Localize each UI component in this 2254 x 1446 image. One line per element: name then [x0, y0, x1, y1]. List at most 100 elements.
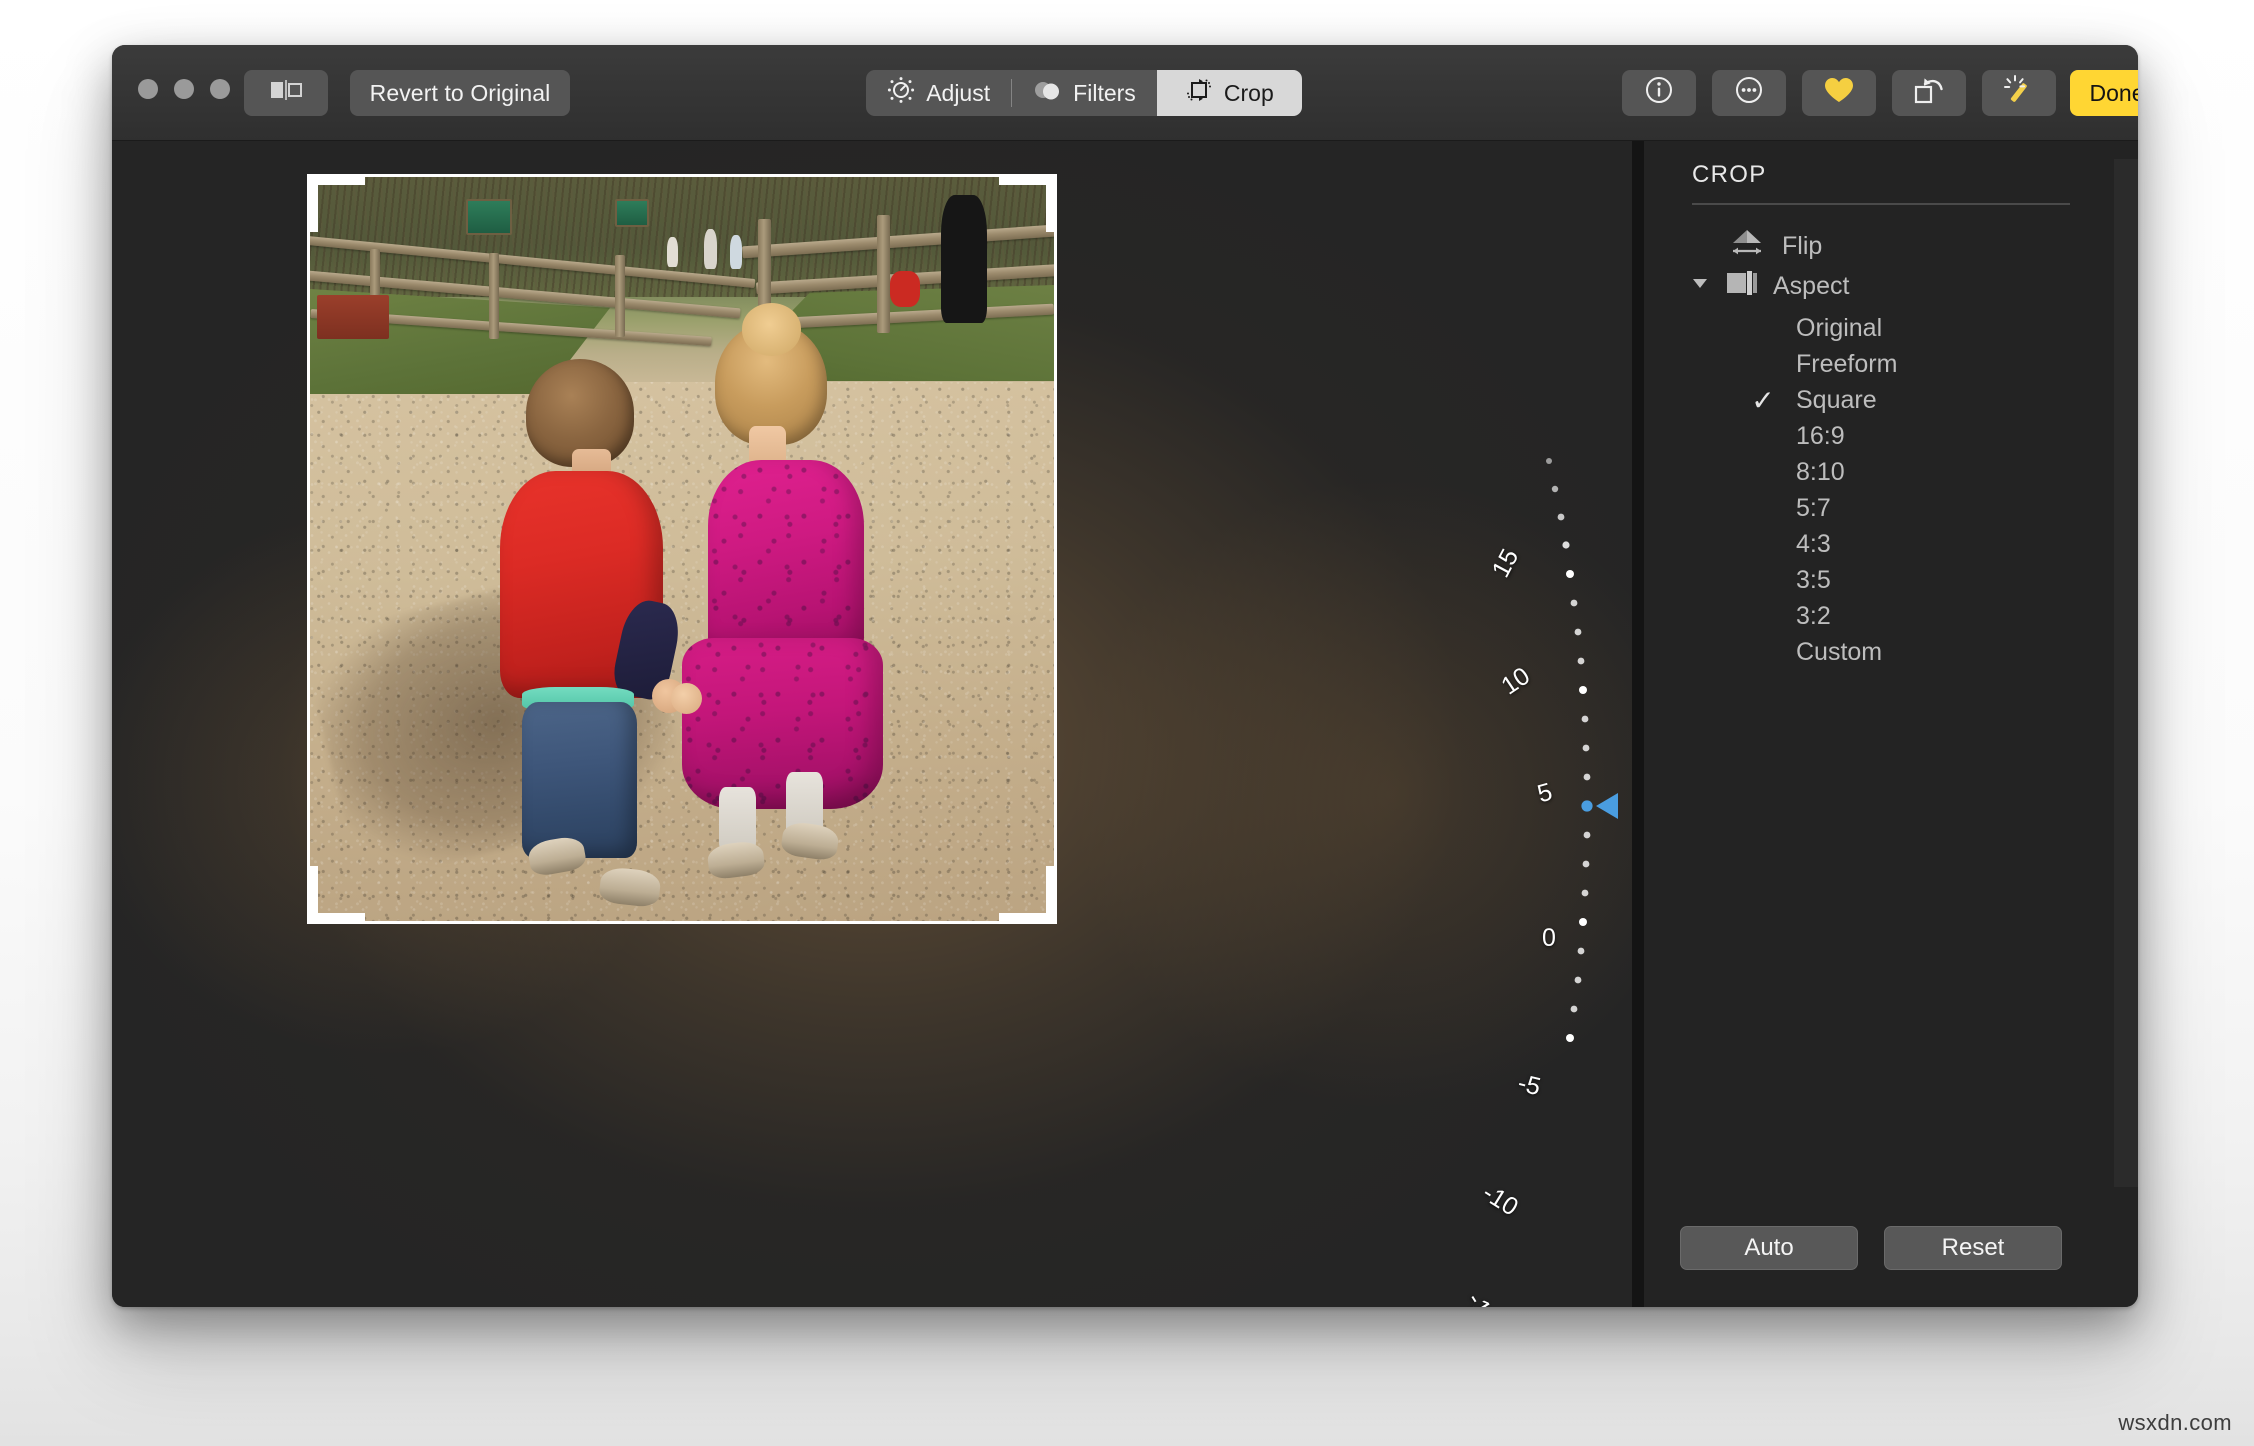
person-child-red	[890, 271, 920, 307]
tab-filters[interactable]: Filters	[1011, 70, 1156, 116]
aspect-option-label: Custom	[1796, 638, 1882, 667]
flip-horizontal-icon	[1728, 227, 1766, 266]
revert-to-original-button[interactable]: Revert to Original	[350, 70, 570, 116]
park-sign	[466, 199, 512, 235]
photo-image	[310, 177, 1054, 921]
done-label: Done	[2090, 80, 2139, 107]
adjust-dial-icon	[887, 76, 915, 110]
aspect-option-label: 3:5	[1796, 566, 1831, 595]
ellipsis-circle-icon	[1734, 75, 1764, 111]
dial-indicator	[1581, 793, 1618, 819]
bench	[317, 295, 389, 339]
aspect-option-freeform[interactable]: Freeform	[1796, 347, 1897, 381]
aspect-label: Aspect	[1773, 272, 1849, 301]
crop-handle-bottom-left[interactable]	[307, 866, 318, 924]
watermark: wsxdn.com	[2118, 1410, 2232, 1436]
person-distant	[667, 237, 678, 267]
aspect-ratio-icon	[1725, 269, 1759, 304]
auto-label: Auto	[1744, 1234, 1793, 1262]
aspect-option-label: Square	[1796, 386, 1877, 415]
info-button[interactable]	[1622, 70, 1696, 116]
photos-editor-window: Revert to Original	[112, 45, 2138, 1307]
auto-button[interactable]: Auto	[1680, 1226, 1858, 1270]
checkmark-icon: ✓	[1746, 384, 1780, 417]
rotate-button[interactable]	[1892, 70, 1966, 116]
reset-button[interactable]: Reset	[1884, 1226, 2062, 1270]
aspect-option-3-5[interactable]: 3:5	[1796, 563, 1831, 597]
close-button[interactable]	[138, 79, 158, 99]
dial-label-neg10: -10	[1477, 1179, 1523, 1223]
aspect-option-16-9[interactable]: 16:9	[1796, 419, 1845, 453]
aspect-option-square[interactable]: ✓ Square	[1796, 383, 1877, 417]
aspect-option-label: Original	[1796, 314, 1882, 343]
dress-bunny-pattern	[682, 638, 883, 809]
reset-label: Reset	[1942, 1234, 2005, 1262]
crop-handle-top-right[interactable]	[1046, 174, 1057, 232]
auto-enhance-button[interactable]	[1982, 70, 2056, 116]
chevron-down-icon[interactable]	[1689, 272, 1711, 301]
aspect-option-label: 16:9	[1796, 422, 1845, 451]
dial-label-neg15: -15	[1460, 1287, 1504, 1307]
person-distant	[704, 229, 717, 269]
crop-sidebar: CROP Flip	[1644, 141, 2138, 1307]
sidebar-scrollbar[interactable]	[2114, 159, 2138, 1187]
crop-frame-icon	[1185, 76, 1213, 110]
fence-post	[615, 255, 625, 337]
person-distant	[730, 235, 742, 269]
editor-mode-segmented-control[interactable]: Adjust Filters	[866, 70, 1302, 116]
filters-circles-icon	[1032, 78, 1062, 108]
tab-crop[interactable]: Crop	[1157, 70, 1302, 116]
crop-frame[interactable]	[310, 177, 1054, 921]
girl-pink-dress-skirt	[682, 638, 883, 809]
flip-label: Flip	[1782, 232, 1822, 261]
fence-post	[489, 253, 499, 339]
favorite-button[interactable]	[1802, 70, 1876, 116]
split-view-icon	[269, 79, 303, 107]
aspect-option-3-2[interactable]: 3:2	[1796, 599, 1831, 633]
aspect-option-8-10[interactable]: 8:10	[1796, 455, 1845, 489]
aspect-option-label: 3:2	[1796, 602, 1831, 631]
dial-ticks	[1432, 441, 1632, 1041]
crop-handle-bottom-right[interactable]	[1046, 866, 1057, 924]
heart-icon	[1823, 76, 1855, 110]
traffic-lights	[138, 79, 230, 99]
zoom-button[interactable]	[210, 79, 230, 99]
flip-row[interactable]: Flip	[1728, 227, 1822, 265]
boy-jeans	[522, 702, 637, 858]
aspect-option-original[interactable]: Original	[1796, 311, 1882, 345]
aspect-option-4-3[interactable]: 4:3	[1796, 527, 1831, 561]
dial-label-neg5: -5	[1515, 1069, 1544, 1103]
done-button[interactable]: Done	[2070, 70, 2138, 116]
aspect-option-label: 8:10	[1796, 458, 1845, 487]
photo-canvas[interactable]: 15 10 5 0 -5 -10 -15	[112, 141, 1632, 1307]
window-toolbar: Revert to Original	[112, 45, 2138, 141]
tab-filters-label: Filters	[1073, 80, 1136, 107]
split-view-button[interactable]	[244, 70, 328, 116]
more-options-button[interactable]	[1712, 70, 1786, 116]
dial-label-0: 0	[1542, 924, 1556, 953]
park-sign	[615, 199, 649, 227]
girl-hair-bun	[742, 303, 802, 355]
aspect-option-label: Freeform	[1796, 350, 1897, 379]
aspect-row[interactable]: Aspect	[1689, 267, 1849, 305]
fence-post	[877, 215, 890, 333]
title-divider	[1692, 203, 2070, 205]
straighten-dial[interactable]: 15 10 5 0 -5 -10 -15	[1432, 441, 1632, 1041]
magic-wand-icon	[2003, 75, 2035, 111]
aspect-option-5-7[interactable]: 5:7	[1796, 491, 1831, 525]
crop-handle-top-left[interactable]	[307, 174, 318, 232]
girl-pink-dress-bodice	[708, 460, 864, 653]
panel-title: CROP	[1692, 161, 1767, 189]
dress-bunny-pattern	[708, 460, 864, 653]
tab-adjust-label: Adjust	[926, 80, 990, 107]
panel-divider[interactable]	[1632, 141, 1644, 1307]
page-backdrop: Revert to Original	[0, 0, 2254, 1446]
info-circle-icon	[1644, 75, 1674, 111]
tab-adjust[interactable]: Adjust	[866, 70, 1011, 116]
aspect-option-custom[interactable]: Custom	[1796, 635, 1882, 669]
rotate-ccw-icon	[1913, 76, 1945, 110]
person-adult	[941, 195, 987, 323]
minimize-button[interactable]	[174, 79, 194, 99]
girl-hand	[671, 683, 702, 714]
tab-crop-label: Crop	[1224, 80, 1274, 107]
